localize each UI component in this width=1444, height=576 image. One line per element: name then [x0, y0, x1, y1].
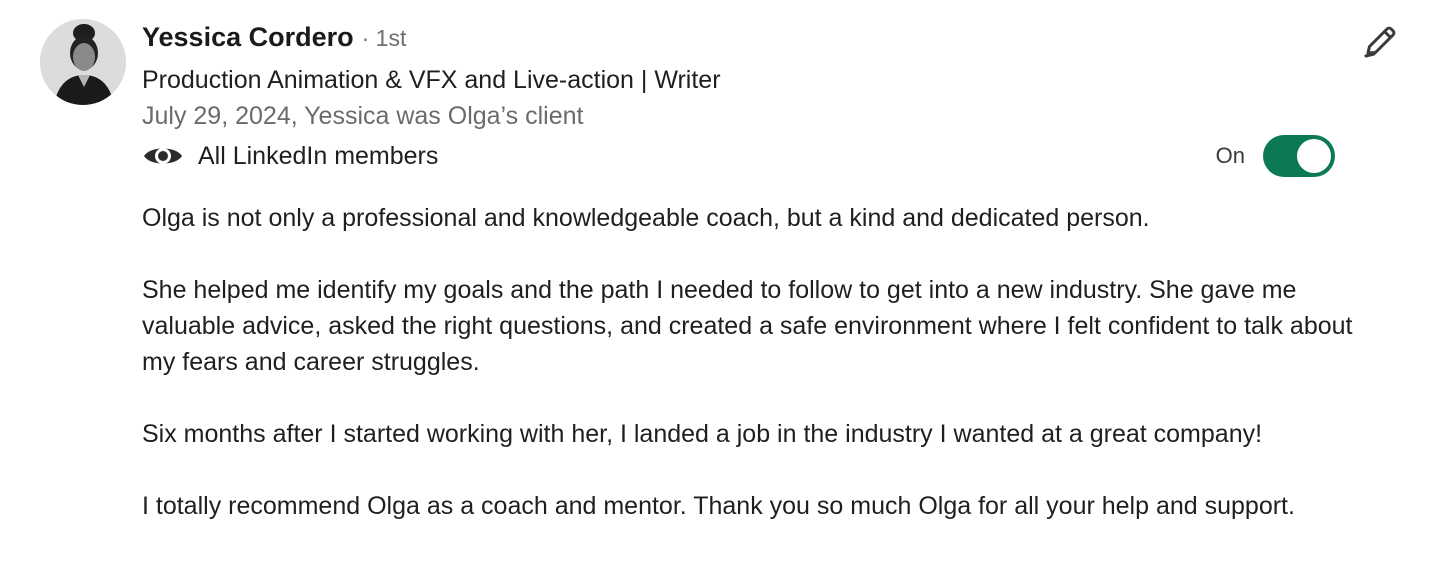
recommendation-paragraph: I totally recommend Olga as a coach and … [142, 492, 1295, 520]
recommendation-paragraph: Olga is not only a professional and know… [142, 204, 1150, 232]
edit-button[interactable] [1358, 20, 1402, 64]
recommendation-paragraph: She helped me identify my goals and the … [142, 276, 1353, 376]
recommendation-paragraph: Six months after I started working with … [142, 420, 1263, 448]
recommender-name[interactable]: Yessica Cordero [142, 22, 354, 53]
recommendation-meta: July 29, 2024, Yessica was Olga’s client [142, 102, 584, 130]
connection-degree: · 1st [361, 25, 407, 51]
toggle-knob [1297, 139, 1331, 173]
visibility-toggle[interactable] [1263, 135, 1335, 177]
pencil-icon [1364, 26, 1396, 58]
eye-icon [144, 148, 182, 164]
avatar[interactable] [40, 19, 126, 105]
recommender-header: Yessica Cordero · 1st Production Animati… [142, 22, 721, 134]
recommendation-text: Olga is not only a professional and know… [142, 200, 1362, 524]
visibility-setting: All LinkedIn members [142, 137, 438, 175]
recommender-headline: Production Animation & VFX and Live-acti… [142, 66, 721, 94]
visibility-toggle-group: On [1216, 134, 1335, 178]
toggle-state-label: On [1215, 143, 1245, 168]
visibility-label: All LinkedIn members [198, 141, 439, 170]
profile-photo [40, 19, 126, 105]
